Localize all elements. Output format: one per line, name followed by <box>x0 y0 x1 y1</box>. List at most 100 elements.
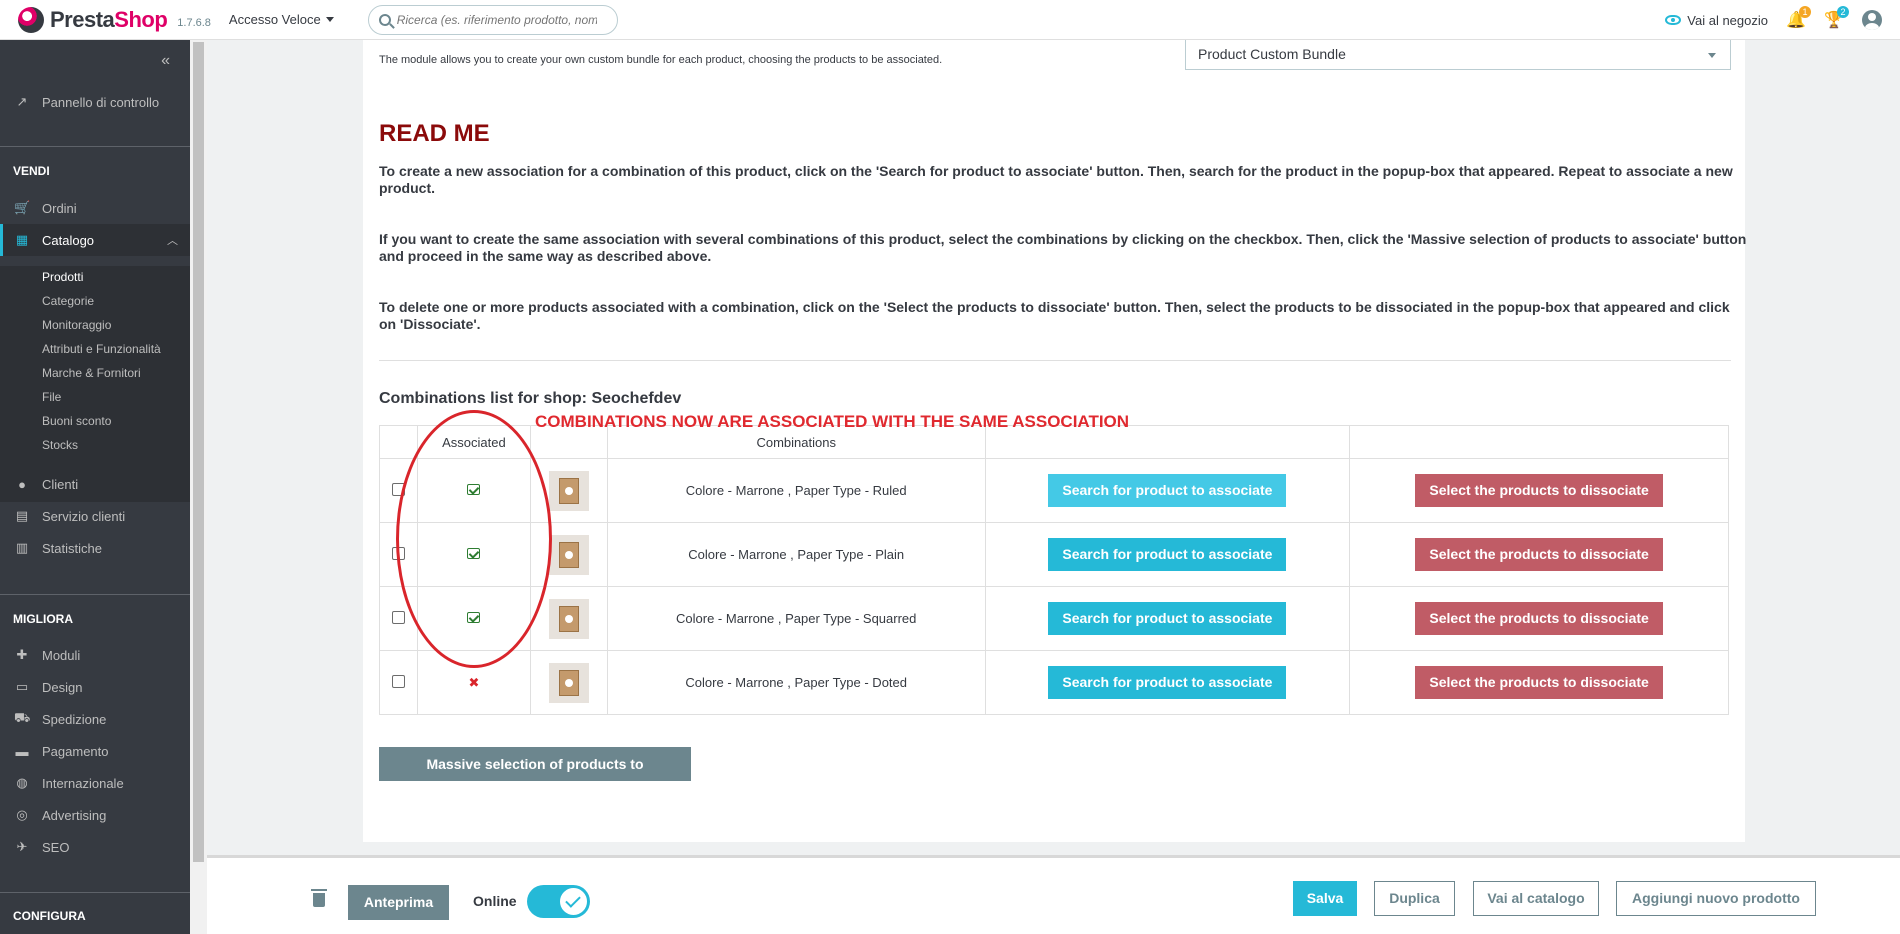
massive-selection-button[interactable]: Massive selection of products to associa… <box>379 747 691 806</box>
eye-icon <box>1665 15 1682 25</box>
search-product-button[interactable]: Search for product to associate <box>1048 538 1287 571</box>
credit-card-icon: ▬ <box>15 743 29 759</box>
orders-notification[interactable]: 🔔 1 <box>1786 6 1811 30</box>
search-product-button[interactable]: Search for product to associate <box>1048 666 1287 699</box>
table-row: Colore - Marrone , Paper Type - Squarred… <box>379 586 1729 651</box>
section-improve-title: MIGLIORA <box>13 612 73 626</box>
catalog-submenu-bg <box>0 266 190 502</box>
submenu-categories[interactable]: Categorie <box>42 294 94 308</box>
row-checkbox[interactable] <box>391 610 405 624</box>
sidebar-item-stats[interactable]: ▥ Statistiche <box>0 536 190 560</box>
sidebar-item-label: Spedizione <box>42 711 107 727</box>
sidebar-divider <box>0 146 190 147</box>
basket-icon: 🛒 <box>14 200 31 215</box>
module-select[interactable]: Product Custom Bundle <box>1185 40 1731 70</box>
go-to-catalog-button[interactable]: Vai al catalogo <box>1473 881 1599 916</box>
module-description: The module allows you to create your own… <box>379 54 943 66</box>
row-checkbox[interactable] <box>391 674 405 688</box>
sidebar-item-label: SEO <box>42 839 70 855</box>
sidebar-item-modules[interactable]: ✚ Moduli <box>0 643 190 667</box>
plane-icon: ✈ <box>16 839 28 854</box>
delete-icon[interactable] <box>311 889 327 907</box>
sidebar-item-design[interactable]: ▭ Design <box>0 675 190 699</box>
sidebar-item-label: Statistiche <box>42 540 102 556</box>
dissociate-button[interactable]: Select the products to dissociate <box>1415 602 1663 635</box>
combination-name: Colore - Marrone , Paper Type - Ruled <box>606 458 986 523</box>
preview-button[interactable]: Anteprima <box>348 885 449 920</box>
collapse-sidebar-icon[interactable]: « <box>161 52 170 70</box>
submenu-brands[interactable]: Marche & Fornitori <box>42 366 141 380</box>
submenu-files[interactable]: File <box>42 390 61 404</box>
top-header: PrestaShop 1.7.6.8 Accesso Veloce Vai al… <box>0 0 1900 40</box>
main-scrollbar[interactable] <box>190 40 207 934</box>
search-product-button[interactable]: Search for product to associate <box>1048 602 1287 635</box>
combination-name: Colore - Marrone , Paper Type - Squarred <box>606 586 986 651</box>
scrollbar-thumb[interactable] <box>193 42 204 862</box>
combination-name: Colore - Marrone , Paper Type - Plain <box>606 522 986 587</box>
sidebar-item-label: Moduli <box>42 647 81 663</box>
sidebar-item-label: Advertising <box>42 807 107 823</box>
section-configure-title: CONFIGURA <box>13 909 86 923</box>
sidebar-item-label: Design <box>42 679 83 695</box>
readme-paragraph: To delete one or more products associate… <box>379 299 1730 332</box>
submenu-vouchers[interactable]: Buoni sconto <box>42 414 111 428</box>
search-product-button[interactable]: Search for product to associate <box>1048 474 1287 507</box>
sidebar-item-orders[interactable]: 🛒 Ordini <box>0 196 190 220</box>
customers-notification[interactable]: 🏆 2 <box>1824 6 1849 30</box>
check-icon <box>467 484 481 495</box>
online-toggle[interactable] <box>527 885 590 918</box>
sidebar-item-customers[interactable]: ● Clienti <box>0 472 190 496</box>
add-new-product-button[interactable]: Aggiungi nuovo prodotto <box>1616 881 1816 916</box>
search-icon <box>378 13 391 26</box>
dissociate-button[interactable]: Select the products to dissociate <box>1415 666 1663 699</box>
submenu-products[interactable]: Prodotti <box>42 270 83 284</box>
search-input[interactable] <box>396 12 597 27</box>
caret-down-icon <box>325 17 334 22</box>
prestashop-logo[interactable]: PrestaShop <box>18 6 168 33</box>
readme-paragraph: If you want to create the same associati… <box>379 231 1747 264</box>
duplicate-button[interactable]: Duplica <box>1374 881 1455 916</box>
sidebar-item-shipping[interactable]: ⛟ Spedizione <box>0 707 190 731</box>
section-sell-title: VENDI <box>13 164 50 178</box>
section-divider <box>379 360 1731 361</box>
submenu-stocks[interactable]: Stocks <box>42 438 78 452</box>
puzzle-icon: ✚ <box>16 647 28 662</box>
sidebar-divider <box>0 594 190 595</box>
prestashop-logo-icon <box>18 6 44 33</box>
sidebar-item-dashboard[interactable]: ↗ Pannello di controllo <box>0 90 190 114</box>
sidebar-item-payment[interactable]: ▬ Pagamento <box>0 739 190 763</box>
view-shop-label: Vai al negozio <box>1687 12 1768 28</box>
account-circle-icon: ● <box>18 476 26 492</box>
sidebar-item-advertising[interactable]: ◎ Advertising <box>0 803 190 827</box>
view-shop-link[interactable]: Vai al negozio <box>1665 13 1768 28</box>
sidebar-item-seo[interactable]: ✈ SEO <box>0 835 190 859</box>
quick-access-dropdown[interactable]: Accesso Veloce <box>229 12 334 27</box>
row-checkbox[interactable] <box>391 482 405 496</box>
table-row: Colore - Marrone , Paper Type - Plain Se… <box>379 522 1729 587</box>
truck-icon: ⛟ <box>14 710 31 725</box>
header-actions: Vai al negozio 🔔 1 🏆 2 <box>1665 0 1882 40</box>
combinations-title: Combinations list for shop: Seochefdev <box>379 390 682 407</box>
bar-chart-icon: ▥ <box>15 540 29 555</box>
target-icon: ◎ <box>16 807 28 822</box>
brand-name: PrestaShop <box>50 6 168 32</box>
submenu-attributes[interactable]: Attributi e Funzionalità <box>42 342 161 356</box>
online-label: Online <box>473 893 517 909</box>
sidebar-item-catalog[interactable]: ▦ Catalogo ︿ <box>0 224 190 256</box>
sidebar-item-label: Pagamento <box>42 743 109 759</box>
sidebar-item-label: Ordini <box>42 200 77 216</box>
sidebar-item-customer-service[interactable]: ▤ Servizio clienti <box>0 504 190 528</box>
dissociate-button[interactable]: Select the products to dissociate <box>1415 538 1663 571</box>
dissociate-button[interactable]: Select the products to dissociate <box>1415 474 1663 507</box>
search-box[interactable] <box>367 4 618 35</box>
submenu-monitoring[interactable]: Monitoraggio <box>42 318 111 332</box>
row-checkbox[interactable] <box>391 546 405 560</box>
account-avatar-icon[interactable] <box>1862 10 1882 30</box>
module-select-value: Product Custom Bundle <box>1198 46 1346 62</box>
chevron-up-icon: ︿ <box>167 235 178 247</box>
save-button[interactable]: Salva <box>1293 881 1357 916</box>
sidebar-item-international[interactable]: ◍ Internazionale <box>0 771 190 795</box>
check-icon <box>559 887 588 916</box>
table-row: ✖ Colore - Marrone , Paper Type - Doted … <box>379 650 1729 715</box>
sidebar: « ↗ Pannello di controllo VENDI 🛒 Ordini… <box>0 40 190 934</box>
